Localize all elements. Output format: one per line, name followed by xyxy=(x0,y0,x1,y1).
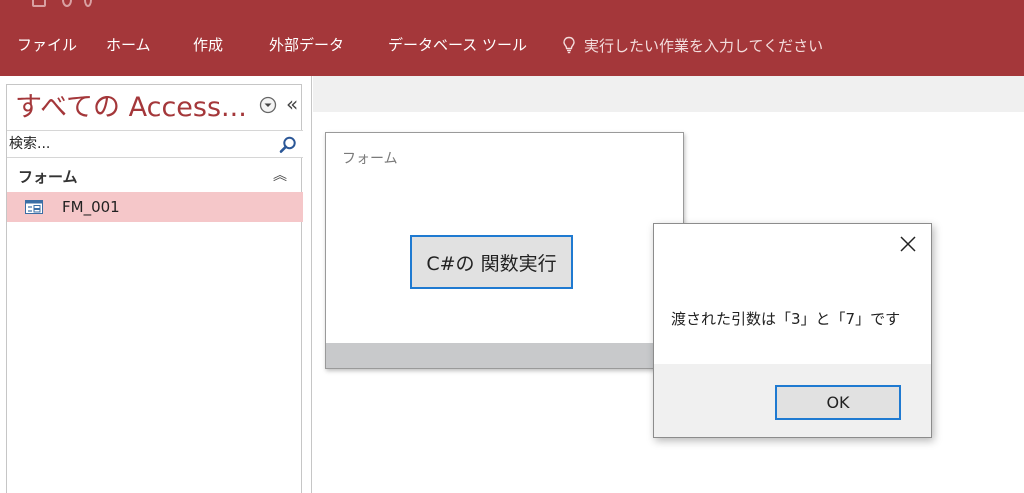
form-caption: フォーム xyxy=(342,151,398,167)
form-footer-bar xyxy=(326,343,683,368)
message-text: 渡された引数は「3」と「7」です xyxy=(671,310,901,328)
tab-external-data[interactable]: 外部データ xyxy=(269,36,344,54)
navigation-pane-body: すべての Access... « フォーム ︽ xyxy=(6,84,303,493)
message-box: 渡された引数は「3」と「7」です OK xyxy=(653,223,932,438)
save-icon[interactable] xyxy=(32,0,46,7)
title-bar xyxy=(0,0,1024,16)
chevron-up-double-icon[interactable]: ︽ xyxy=(273,165,287,185)
lightbulb-icon xyxy=(563,36,575,54)
ribbon-tab-bar: ファイル ホーム 作成 外部データ データベース ツール 実行したい作業を入力し… xyxy=(0,16,1024,76)
tell-me-box[interactable]: 実行したい作業を入力してください xyxy=(562,34,823,56)
tab-database-tools[interactable]: データベース ツール xyxy=(388,36,527,54)
tab-home[interactable]: ホーム xyxy=(106,36,151,54)
close-icon[interactable] xyxy=(898,234,918,254)
collapse-pane-icon[interactable]: « xyxy=(286,93,298,115)
undo-icon[interactable] xyxy=(62,0,72,7)
ok-button[interactable]: OK xyxy=(775,385,901,420)
group-header-forms[interactable]: フォーム ︽ xyxy=(7,163,303,187)
tell-me-text: 実行したい作業を入力してください xyxy=(584,36,824,55)
document-tab-strip xyxy=(313,76,1024,112)
tab-create[interactable]: 作成 xyxy=(193,36,223,54)
form-window: フォーム C#の 関数実行 xyxy=(325,132,684,369)
search-icon[interactable] xyxy=(278,135,298,155)
search-box xyxy=(7,130,303,158)
tab-file[interactable]: ファイル xyxy=(17,36,77,54)
search-input[interactable] xyxy=(9,133,269,155)
chevron-down-circle-icon[interactable] xyxy=(259,96,277,114)
nav-item-label: FM_001 xyxy=(62,198,120,216)
run-button-label: C#の 関数実行 xyxy=(426,252,557,275)
nav-item-fm-001[interactable]: FM_001 xyxy=(7,192,303,222)
group-label: フォーム xyxy=(18,168,78,186)
run-csharp-function-button[interactable]: C#の 関数実行 xyxy=(410,235,573,289)
redo-icon[interactable] xyxy=(84,0,92,7)
form-icon xyxy=(25,200,43,214)
navigation-pane: すべての Access... « フォーム ︽ xyxy=(0,76,312,493)
nav-pane-title[interactable]: すべての Access... xyxy=(15,91,247,125)
